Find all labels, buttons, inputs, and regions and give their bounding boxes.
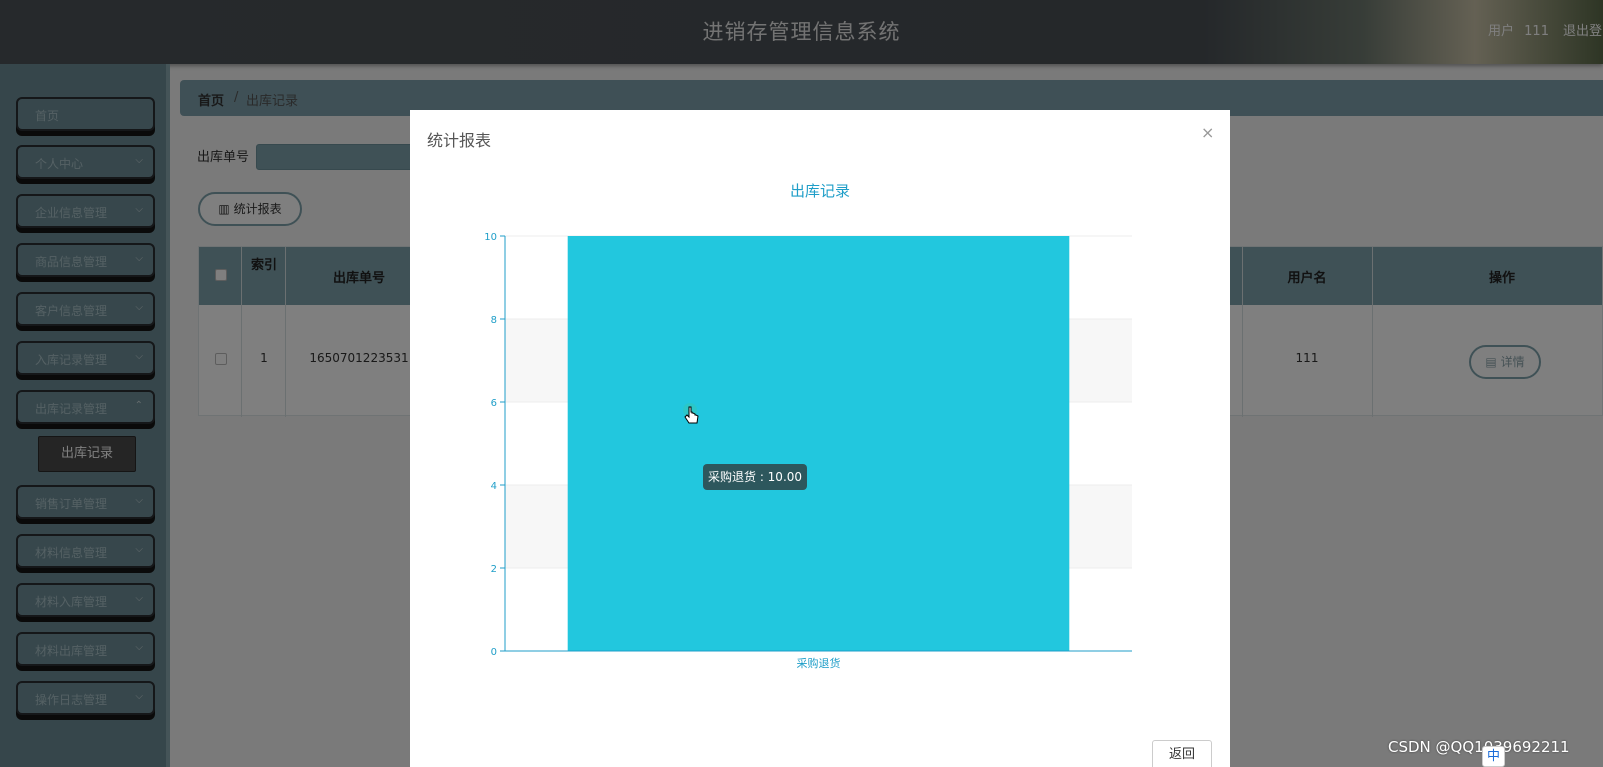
chart-tooltip: 采购退货 : 10.00 [703, 464, 808, 490]
bar-chart: 0 2 4 6 8 10 采购退货 出库记录 [484, 182, 1132, 670]
y-tick-label: 6 [491, 398, 497, 409]
x-tick-label: 采购退货 [797, 656, 841, 670]
ime-indicator: 中 [1482, 746, 1506, 767]
hand-cursor-icon [684, 406, 699, 424]
y-tick-label: 10 [484, 232, 497, 243]
y-tick-label: 0 [491, 647, 497, 658]
y-tick-label: 2 [491, 564, 497, 575]
bar[interactable] [567, 236, 1070, 651]
back-button[interactable]: 返回 [1152, 740, 1212, 767]
y-tick-label: 8 [491, 315, 497, 326]
y-tick-label: 4 [491, 481, 497, 492]
watermark: CSDN @QQ1039692211 [1388, 738, 1570, 756]
chart-title: 出库记录 [790, 182, 850, 200]
stats-modal: 统计报表 × 0 2 4 6 8 10 采购退货 出库记录 采购退货 : 10.00 返回 [410, 110, 1230, 767]
